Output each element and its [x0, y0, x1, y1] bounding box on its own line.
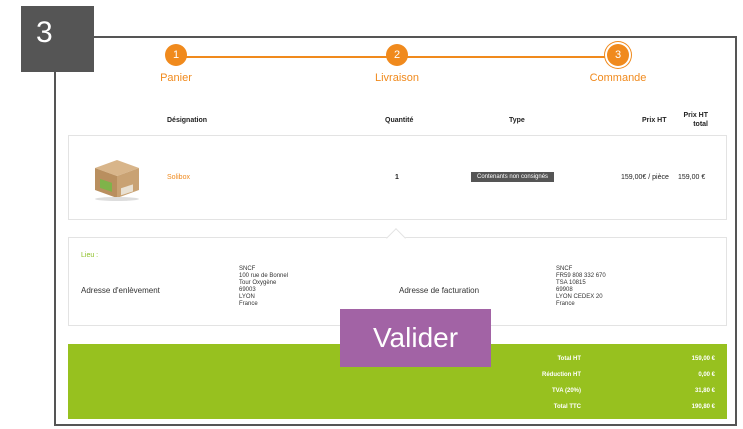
- address-line: France: [239, 301, 258, 307]
- card-notch: [386, 228, 406, 248]
- total-ttc-row: Total TTC 190,80 €: [68, 404, 727, 420]
- total-value: 159,00 €: [691, 356, 715, 362]
- order-summary-panel: 1 Panier 2 Livraison 3 Commande Désignat…: [54, 36, 737, 426]
- address-line: 100 rue de Bonnel: [239, 273, 289, 279]
- step-circle: 3: [607, 44, 629, 66]
- step-circle: 2: [386, 44, 408, 66]
- product-total-price: 159,00 €: [678, 174, 706, 181]
- header-quantite: Quantité: [385, 117, 414, 124]
- total-label: Total TTC: [553, 404, 581, 410]
- step-panier[interactable]: 1 Panier: [116, 44, 236, 84]
- address-line: 69003: [239, 287, 256, 293]
- billing-address-label: Adresse de facturation: [399, 286, 480, 295]
- step-livraison[interactable]: 2 Livraison: [337, 44, 457, 84]
- product-unit-price: 159,00€ / pièce: [621, 174, 669, 181]
- address-line: TSA 10815: [556, 280, 586, 286]
- address-line: LYON: [239, 294, 255, 300]
- step-commande[interactable]: 3 Commande: [558, 44, 678, 84]
- step-circle: 1: [165, 44, 187, 66]
- reduction-ht-row: Réduction HT 0,00 €: [68, 372, 727, 388]
- step-label: Panier: [160, 72, 192, 84]
- header-type: Type: [509, 117, 525, 124]
- total-label: Réduction HT: [542, 372, 581, 378]
- header-designation: Désignation: [167, 117, 208, 124]
- product-type-badge: Contenants non consignés: [471, 172, 555, 182]
- address-line: 69908: [556, 287, 573, 293]
- address-line: FR59 808 332 670: [556, 273, 606, 279]
- header-prix-ht: Prix HT: [642, 117, 667, 124]
- address-line: Tour Oxygène: [239, 280, 277, 286]
- header-prix-ht-total: Prix HT total: [683, 112, 708, 128]
- address-line: SNCF: [556, 266, 573, 272]
- address-line: France: [556, 301, 575, 307]
- step-label: Livraison: [374, 72, 420, 84]
- total-label: Total HT: [557, 356, 581, 362]
- pickup-address-label: Adresse d'enlèvement: [81, 286, 160, 295]
- total-value: 0,00 €: [698, 372, 715, 378]
- step-number-badge: 3: [21, 6, 94, 72]
- step-label: Commande: [589, 72, 647, 84]
- tva-row: TVA (20%) 31,80 €: [68, 388, 727, 404]
- product-name-link[interactable]: Solibox: [167, 174, 190, 181]
- valider-button[interactable]: Valider: [340, 309, 491, 367]
- product-quantity: 1: [395, 174, 399, 181]
- box-product-icon: [95, 160, 139, 201]
- address-line: SNCF: [239, 266, 256, 272]
- pickup-address-lines: SNCF 100 rue de Bonnel Tour Oxygène 6900…: [239, 266, 288, 308]
- total-value: 190,80 €: [691, 404, 715, 410]
- address-line: LYON CEDEX 20: [556, 294, 603, 300]
- product-row: Solibox 1 Contenants non consignés 159,0…: [68, 135, 727, 220]
- billing-address-lines: SNCF FR59 808 332 670 TSA 10815 69908 LY…: [556, 266, 606, 308]
- total-value: 31,80 €: [694, 388, 715, 394]
- lieu-label: Lieu :: [81, 252, 99, 259]
- total-label: TVA (20%): [551, 388, 581, 394]
